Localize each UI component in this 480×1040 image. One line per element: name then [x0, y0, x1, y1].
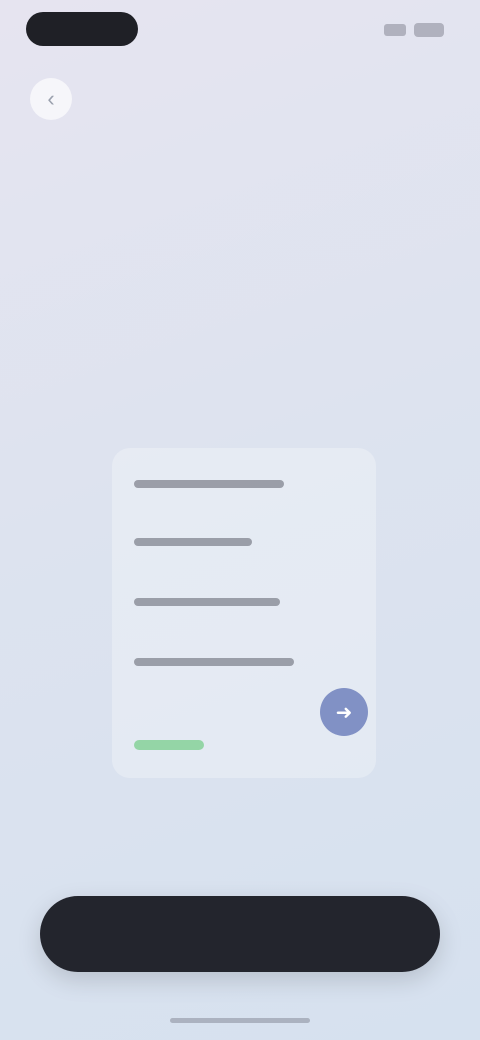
option-item-1[interactable] [134, 470, 304, 496]
option-placeholder-bar [134, 538, 252, 546]
option-item-2[interactable] [134, 528, 304, 554]
option-placeholder-bar [134, 658, 294, 666]
options-card: ➜ [112, 448, 376, 778]
option-item-4[interactable] [134, 648, 304, 674]
arrow-icon: ➜ [335, 701, 353, 724]
battery-icon [414, 23, 444, 37]
home-indicator [170, 1018, 310, 1023]
back-button[interactable]: ‹ [30, 78, 72, 120]
option-item-3[interactable] [134, 588, 304, 614]
option-placeholder-bar [134, 480, 284, 488]
status-bar [0, 0, 480, 64]
status-indicator [134, 740, 204, 750]
primary-button[interactable] [40, 896, 440, 972]
signal-icon [384, 24, 406, 36]
status-time [26, 12, 138, 46]
status-icons [384, 22, 444, 38]
chevron-left-icon: ‹ [47, 86, 55, 111]
option-placeholder-bar [134, 598, 280, 606]
next-fab-button[interactable]: ➜ [320, 688, 368, 736]
